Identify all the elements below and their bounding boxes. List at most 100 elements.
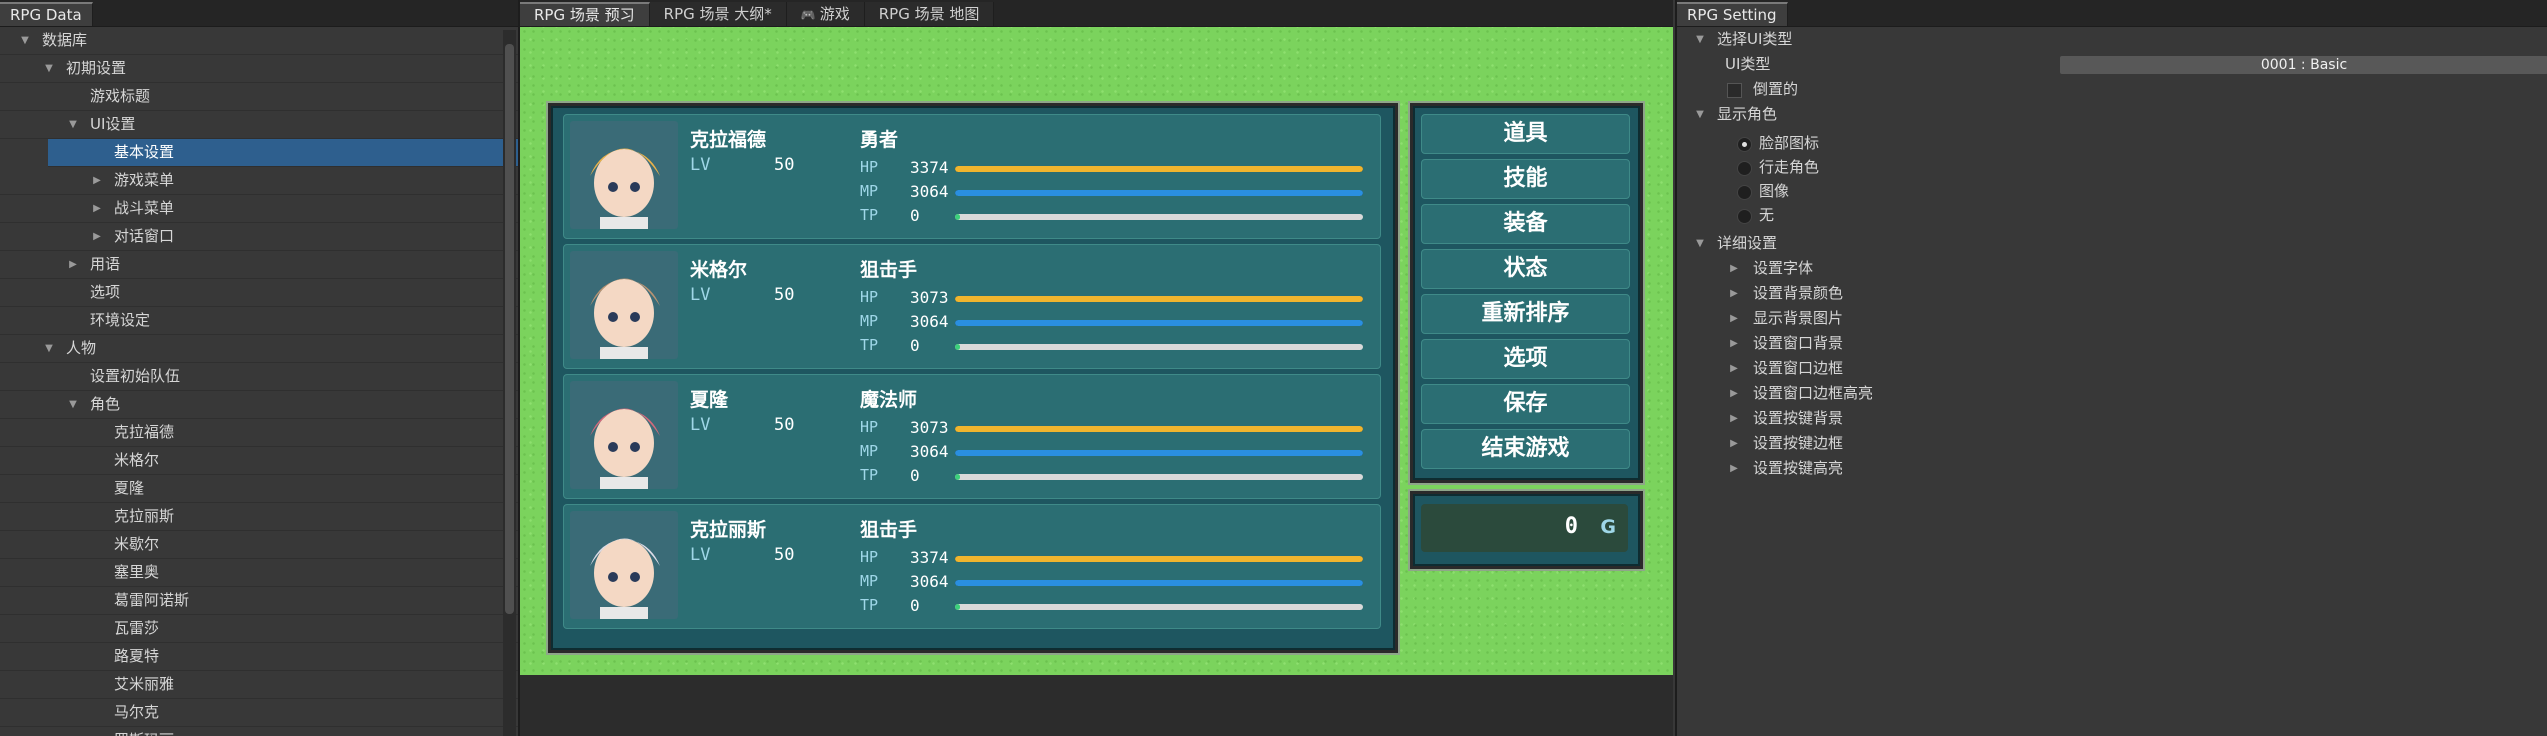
detail-item[interactable]: ▶ 设置背景颜色 bbox=[1677, 281, 2547, 306]
tree-item[interactable]: ▼ 角色 bbox=[0, 391, 518, 419]
tree-item-label: 设置初始队伍 bbox=[90, 367, 181, 385]
ui-type-select[interactable]: 0001 : Basic bbox=[2060, 56, 2547, 74]
section-display-actor[interactable]: ▼ 显示角色 bbox=[1677, 102, 2547, 127]
actor-card[interactable]: 克拉福德 LV 50 勇者 HP 3374 MP 3064 TP 0 bbox=[563, 114, 1381, 239]
tree-item[interactable]: 马尔克 bbox=[0, 699, 518, 727]
display-actor-option[interactable]: 图像 bbox=[1677, 179, 2547, 203]
mp-bar-fill bbox=[955, 190, 1363, 196]
actor-card[interactable]: 克拉丽斯 LV 50 狙击手 HP 3374 MP 3064 TP 0 bbox=[563, 504, 1381, 629]
chevron-down-icon[interactable]: ▼ bbox=[42, 55, 56, 82]
tree-item[interactable]: 选项 bbox=[0, 279, 518, 307]
chevron-down-icon[interactable]: ▼ bbox=[18, 27, 32, 54]
tree-item[interactable]: ▼ 数据库 bbox=[0, 27, 518, 55]
tree-scrollbar-thumb[interactable] bbox=[505, 44, 514, 614]
chevron-right-icon[interactable]: ▶ bbox=[1727, 281, 1741, 306]
command-button-4[interactable]: 重新排序 bbox=[1421, 294, 1630, 334]
radio-button[interactable] bbox=[1737, 161, 1752, 176]
tab-rpg-data[interactable]: RPG Data bbox=[0, 2, 93, 26]
radio-button[interactable] bbox=[1737, 137, 1752, 152]
rpg-setting-panel: RPG Setting ▼ 选择UI类型 UI类型 0001 : Basic 倒… bbox=[1675, 0, 2547, 736]
radio-button[interactable] bbox=[1737, 185, 1752, 200]
detail-item-label: 设置背景颜色 bbox=[1753, 284, 1844, 302]
chevron-right-icon[interactable]: ▶ bbox=[90, 167, 104, 194]
tab-scene-3[interactable]: RPG 场景 地图 bbox=[864, 2, 995, 26]
tree-item[interactable]: ▶ 用语 bbox=[0, 251, 518, 279]
actor-class: 狙击手 bbox=[860, 259, 918, 281]
chevron-right-icon[interactable]: ▶ bbox=[1727, 406, 1741, 431]
chevron-right-icon[interactable]: ▶ bbox=[1727, 456, 1741, 481]
hp-value: 3073 bbox=[910, 288, 949, 307]
radio-button[interactable] bbox=[1737, 209, 1752, 224]
actor-card[interactable]: 米格尔 LV 50 狙击手 HP 3073 MP 3064 TP 0 bbox=[563, 244, 1381, 369]
scene-preview-panel: RPG 场景 预习 RPG 场景 大纲* 🎮 游戏 RPG 场景 地图 克拉福德 LV 50… bbox=[520, 0, 1673, 736]
command-button-5[interactable]: 选项 bbox=[1421, 339, 1630, 379]
chevron-right-icon[interactable]: ▶ bbox=[1727, 256, 1741, 281]
tree-item[interactable]: 米格尔 bbox=[0, 447, 518, 475]
command-button-3[interactable]: 状态 bbox=[1421, 249, 1630, 289]
display-actor-option[interactable]: 脸部图标 bbox=[1677, 131, 2547, 155]
tree-item[interactable]: 克拉福德 bbox=[0, 419, 518, 447]
command-button-7[interactable]: 结束游戏 bbox=[1421, 429, 1630, 469]
hp-bar bbox=[955, 296, 1363, 302]
tree-item[interactable]: ▼ UI设置 bbox=[0, 111, 518, 139]
chevron-right-icon[interactable]: ▶ bbox=[90, 223, 104, 250]
section-ui-type[interactable]: ▼ 选择UI类型 bbox=[1677, 27, 2547, 52]
tab-scene-2[interactable]: 🎮 游戏 bbox=[786, 2, 865, 26]
detail-item[interactable]: ▶ 设置窗口边框高亮 bbox=[1677, 381, 2547, 406]
detail-item[interactable]: ▶ 设置窗口背景 bbox=[1677, 331, 2547, 356]
chevron-down-icon[interactable]: ▼ bbox=[42, 335, 56, 362]
tree-item[interactable]: 罗斯玛丽 bbox=[0, 727, 518, 736]
command-button-1[interactable]: 技能 bbox=[1421, 159, 1630, 199]
section-details[interactable]: ▼ 详细设置 bbox=[1677, 231, 2547, 256]
detail-item[interactable]: ▶ 设置按键高亮 bbox=[1677, 456, 2547, 481]
tree-item[interactable]: ▼ 初期设置 bbox=[0, 55, 518, 83]
tab-scene-1[interactable]: RPG 场景 大纲* bbox=[649, 2, 787, 26]
tree-item[interactable]: 环境设定 bbox=[0, 307, 518, 335]
tab-scene-0[interactable]: RPG 场景 预习 bbox=[520, 2, 650, 26]
tab-rpg-setting[interactable]: RPG Setting bbox=[1677, 2, 1788, 26]
tree-item[interactable]: 瓦雷莎 bbox=[0, 615, 518, 643]
chevron-down-icon[interactable]: ▼ bbox=[66, 391, 80, 418]
tp-label: TP bbox=[860, 336, 879, 354]
display-actor-option[interactable]: 无 bbox=[1677, 203, 2547, 227]
chevron-down-icon[interactable]: ▼ bbox=[66, 111, 80, 138]
tree-item[interactable]: 基本设置 bbox=[48, 139, 518, 167]
tree-item[interactable]: ▶ 对话窗口 bbox=[0, 223, 518, 251]
chevron-right-icon[interactable]: ▶ bbox=[66, 251, 80, 278]
actor-hp-gauge: HP 3374 bbox=[860, 158, 1363, 180]
game-preview-canvas[interactable]: 克拉福德 LV 50 勇者 HP 3374 MP 3064 TP 0 米格尔 LV 50 狙击手 HP 307… bbox=[520, 27, 1673, 675]
chevron-right-icon[interactable]: ▶ bbox=[1727, 356, 1741, 381]
tree-item[interactable]: 克拉丽斯 bbox=[0, 503, 518, 531]
tp-value: 0 bbox=[910, 596, 920, 615]
inverted-checkbox[interactable] bbox=[1727, 83, 1742, 98]
tree-item[interactable]: 设置初始队伍 bbox=[0, 363, 518, 391]
chevron-right-icon[interactable]: ▶ bbox=[1727, 306, 1741, 331]
chevron-right-icon[interactable]: ▶ bbox=[1727, 331, 1741, 356]
actor-tp-gauge: TP 0 bbox=[860, 206, 1363, 228]
detail-item[interactable]: ▶ 设置按键背景 bbox=[1677, 406, 2547, 431]
tree-item[interactable]: 米歇尔 bbox=[0, 531, 518, 559]
chevron-right-icon[interactable]: ▶ bbox=[1727, 381, 1741, 406]
tree-item[interactable]: ▶ 游戏菜单 bbox=[0, 167, 518, 195]
command-button-6[interactable]: 保存 bbox=[1421, 384, 1630, 424]
mp-value: 3064 bbox=[910, 182, 949, 201]
tree-item[interactable]: 路夏特 bbox=[0, 643, 518, 671]
tree-item[interactable]: ▼ 人物 bbox=[0, 335, 518, 363]
chevron-right-icon[interactable]: ▶ bbox=[90, 195, 104, 222]
actor-card[interactable]: 夏隆 LV 50 魔法师 HP 3073 MP 3064 TP 0 bbox=[563, 374, 1381, 499]
detail-item[interactable]: ▶ 显示背景图片 bbox=[1677, 306, 2547, 331]
tree-item[interactable]: ▶ 战斗菜单 bbox=[0, 195, 518, 223]
tree-item[interactable]: 塞里奥 bbox=[0, 559, 518, 587]
tree-item[interactable]: 游戏标题 bbox=[0, 83, 518, 111]
detail-item[interactable]: ▶ 设置按键边框 bbox=[1677, 431, 2547, 456]
detail-item[interactable]: ▶ 设置窗口边框 bbox=[1677, 356, 2547, 381]
command-button-2[interactable]: 装备 bbox=[1421, 204, 1630, 244]
tree-item[interactable]: 艾米丽雅 bbox=[0, 671, 518, 699]
chevron-right-icon[interactable]: ▶ bbox=[1727, 431, 1741, 456]
detail-item[interactable]: ▶ 设置字体 bbox=[1677, 256, 2547, 281]
display-actor-option[interactable]: 行走角色 bbox=[1677, 155, 2547, 179]
tree-item[interactable]: 夏隆 bbox=[0, 475, 518, 503]
brown-hair-boy-portrait bbox=[570, 251, 678, 359]
command-button-0[interactable]: 道具 bbox=[1421, 114, 1630, 154]
tree-item[interactable]: 葛雷阿诺斯 bbox=[0, 587, 518, 615]
